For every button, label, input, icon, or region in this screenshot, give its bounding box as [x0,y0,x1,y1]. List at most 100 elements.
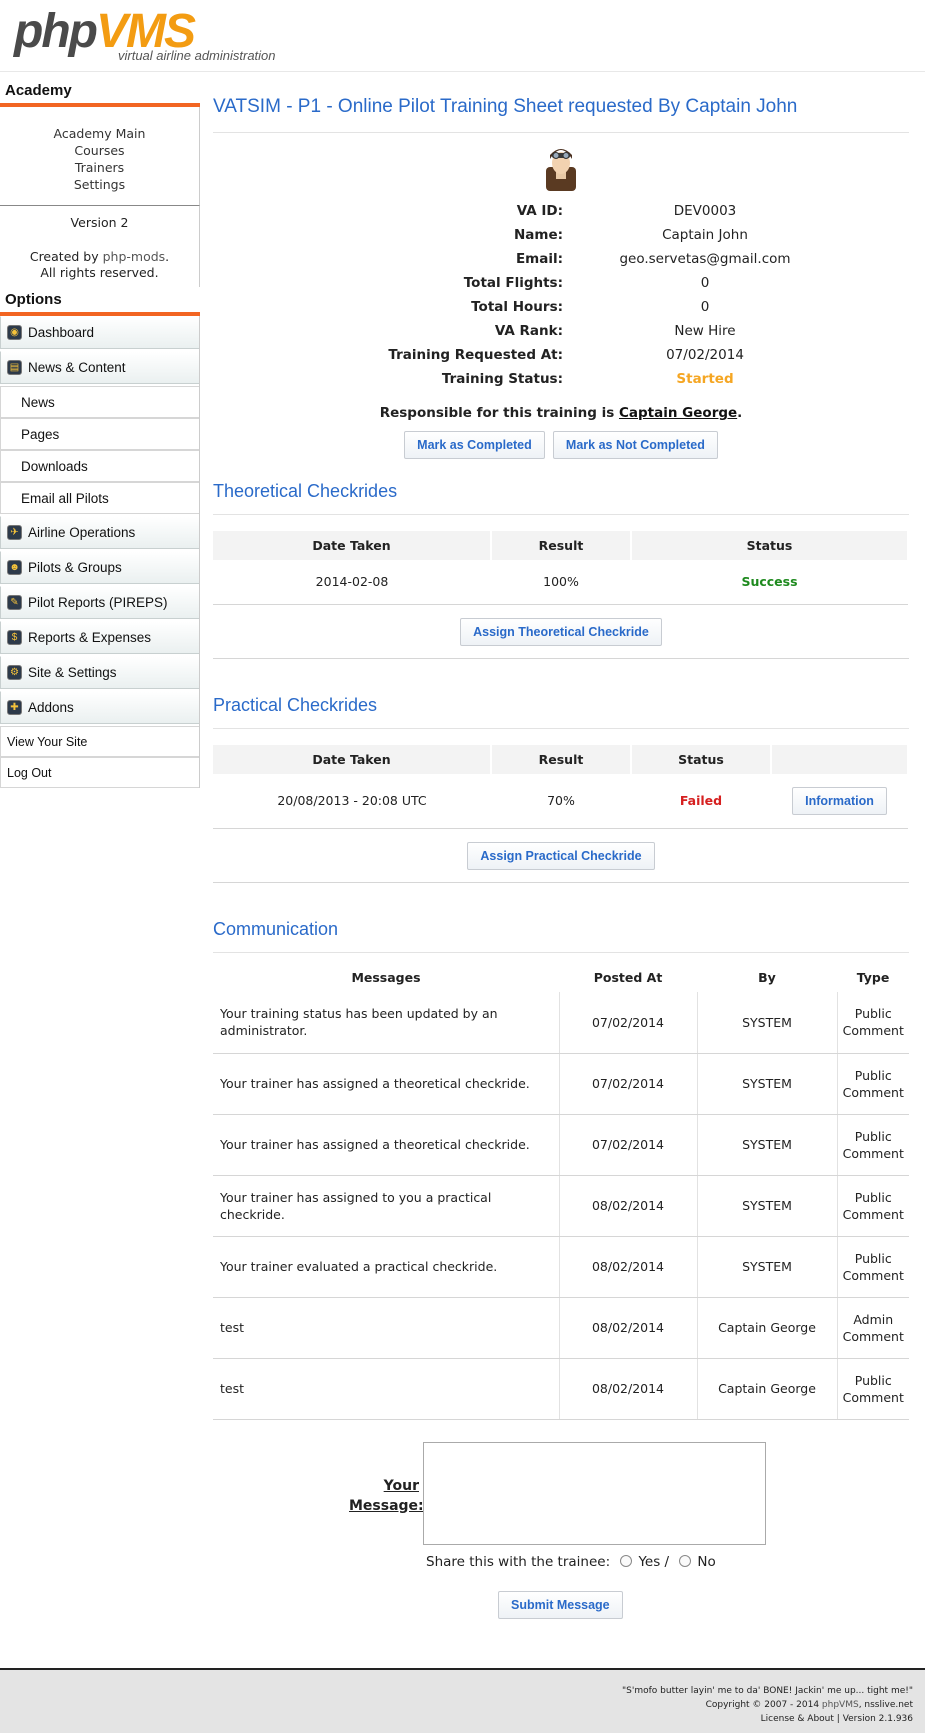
version-box: Version 2 Created by php-mods. All right… [0,205,200,287]
mark-not-completed-button[interactable]: Mark as Not Completed [552,431,718,459]
menu-downloads[interactable]: Downloads [0,450,199,482]
menu-pilots-groups[interactable]: ☻ Pilots & Groups [0,551,199,584]
message-textarea[interactable] [423,1441,766,1545]
menu-addons[interactable]: ✚ Addons [0,691,199,724]
communication-title: Communication [213,919,909,953]
info-row: Email: geo.servetas@gmail.com [281,247,841,271]
menu-dashboard[interactable]: ◉ Dashboard [0,316,199,349]
info-value: geo.servetas@gmail.com [619,251,791,267]
info-row: Total Hours: 0 [281,295,841,319]
settings-icon: ⚙ [7,665,22,680]
share-yes-label: Yes / [638,1553,670,1570]
menu-label: News & Content [28,360,126,375]
info-value: DEV0003 [673,203,737,219]
posted-cell: 07/02/2014 [559,1053,698,1115]
table-row: Your trainer has assigned to you a pract… [213,1175,909,1237]
dashboard-icon: ◉ [7,325,22,340]
airline-icon: ✈ [7,525,22,540]
menu-news-content[interactable]: ▤ News & Content [0,351,199,384]
pilot-avatar [213,143,909,195]
theoretical-title: Theoretical Checkrides [213,481,909,515]
information-button[interactable]: Information [792,786,887,815]
posted-cell: 08/02/2014 [559,1236,698,1298]
phpvms-logo[interactable]: phpVMS virtual airline administration [14,4,276,63]
status-buttons: Mark as Completed Mark as Not Completed [213,431,909,459]
table-row: 2014-02-08 100% Success [213,560,908,605]
table-row: test 08/02/2014 Captain George Public Comme… [213,1358,909,1420]
table-row: test 08/02/2014 Captain George Admin Commen… [213,1297,909,1359]
menu-label: Reports & Expenses [28,630,152,645]
menu-reports-expenses[interactable]: $ Reports & Expenses [0,621,199,654]
assign-theoretical-button[interactable]: Assign Theoretical Checkride [460,617,662,646]
menu-pireps[interactable]: ✎ Pilot Reports (PIREPS) [0,586,199,619]
info-value: Captain John [662,227,748,243]
options-heading: Options [0,287,200,316]
table-row: Your training status has been updated by… [213,992,909,1054]
footer-copyright: Copyright © 2007 - 2014 phpVMS, nsslive.… [0,1698,913,1712]
by-cell: Captain George [697,1358,838,1420]
col-date-taken: Date Taken [213,531,492,560]
site-header: phpVMS virtual airline administration [0,0,925,72]
menu-label: Dashboard [28,325,95,340]
academy-main-link[interactable]: Academy Main [0,125,199,142]
submit-message-button[interactable]: Submit Message [498,1590,623,1619]
table-row: Your trainer evaluated a practical check… [213,1236,909,1298]
date-cell: 20/08/2013 - 20:08 UTC [213,773,491,829]
menu-pages[interactable]: Pages [0,418,199,450]
info-row: Training Requested At: 07/02/2014 [281,343,841,367]
menu-site-settings[interactable]: ⚙ Site & Settings [0,656,199,689]
message-cell: test [213,1297,560,1359]
training-status-badge: Started [676,371,734,387]
table-row: 20/08/2013 - 20:08 UTC 70% Failed Inform… [213,773,908,829]
menu-logout[interactable]: Log Out [0,757,199,788]
logo-tagline: virtual airline administration [118,48,276,63]
trainer-name-link[interactable]: Captain George [619,405,737,421]
menu-label: Pilots & Groups [28,560,122,575]
message-label: Your Message: [349,1477,424,1514]
info-label: Training Status: [441,371,563,387]
share-option: Share this with the trainee: Yes / No [426,1554,716,1570]
created-by: Created by php-mods. [0,249,199,265]
message-cell: test [213,1358,560,1420]
menu-email-pilots[interactable]: Email all Pilots [0,482,199,514]
table-row: Your trainer has assigned a theoretical … [213,1053,909,1115]
col-messages: Messages [351,970,421,985]
theoretical-table: Date Taken Result Status 2014-02-08 100%… [213,531,909,605]
menu-airline-operations[interactable]: ✈ Airline Operations [0,516,199,549]
practical-assign-row: Assign Practical Checkride [213,829,909,883]
by-cell: Captain George [697,1297,838,1359]
courses-link[interactable]: Courses [0,142,199,159]
theoretical-assign-row: Assign Theoretical Checkride [213,605,909,659]
trainers-link[interactable]: Trainers [0,159,199,176]
share-no-radio[interactable] [679,1554,692,1567]
info-value: 0 [700,275,710,291]
menu-view-site[interactable]: View Your Site [0,726,199,757]
mark-completed-button[interactable]: Mark as Completed [404,431,545,459]
php-mods-link[interactable]: php-mods [103,249,166,264]
menu-news[interactable]: News [0,386,199,418]
type-cell: Public Comment [837,1236,909,1298]
message-cell: Your trainer has assigned to you a pract… [213,1175,560,1237]
type-cell: Admin Comment [837,1297,909,1359]
info-label: Total Hours: [471,299,563,315]
license-link[interactable]: License & About [761,1714,834,1724]
copyright-prefix: Copyright © 2007 - 2014 [705,1700,822,1710]
type-cell: Public Comment [837,1175,909,1237]
col-date-taken: Date Taken [213,744,492,774]
col-status: Status [631,531,909,560]
info-label: VA ID: [516,203,563,219]
responsible-prefix: Responsible for this training is [379,405,619,421]
reports-icon: ✎ [7,595,22,610]
assign-practical-button[interactable]: Assign Practical Checkride [467,842,655,870]
phpvms-link[interactable]: phpVMS [822,1700,859,1710]
expenses-icon: $ [7,630,22,645]
type-cell: Public Comment [837,1114,909,1176]
addons-icon: ✚ [7,700,22,715]
info-label: Email: [515,251,563,267]
options-menu: ◉ Dashboard ▤ News & Content News Pages Do… [0,316,200,788]
footer-quote: "S'mofo butter layin' me to da' BONE! Ja… [622,1686,913,1696]
pilot-avatar-icon [546,149,576,191]
posted-cell: 08/02/2014 [559,1175,698,1237]
settings-link[interactable]: Settings [0,176,199,193]
share-yes-radio[interactable] [620,1554,633,1567]
